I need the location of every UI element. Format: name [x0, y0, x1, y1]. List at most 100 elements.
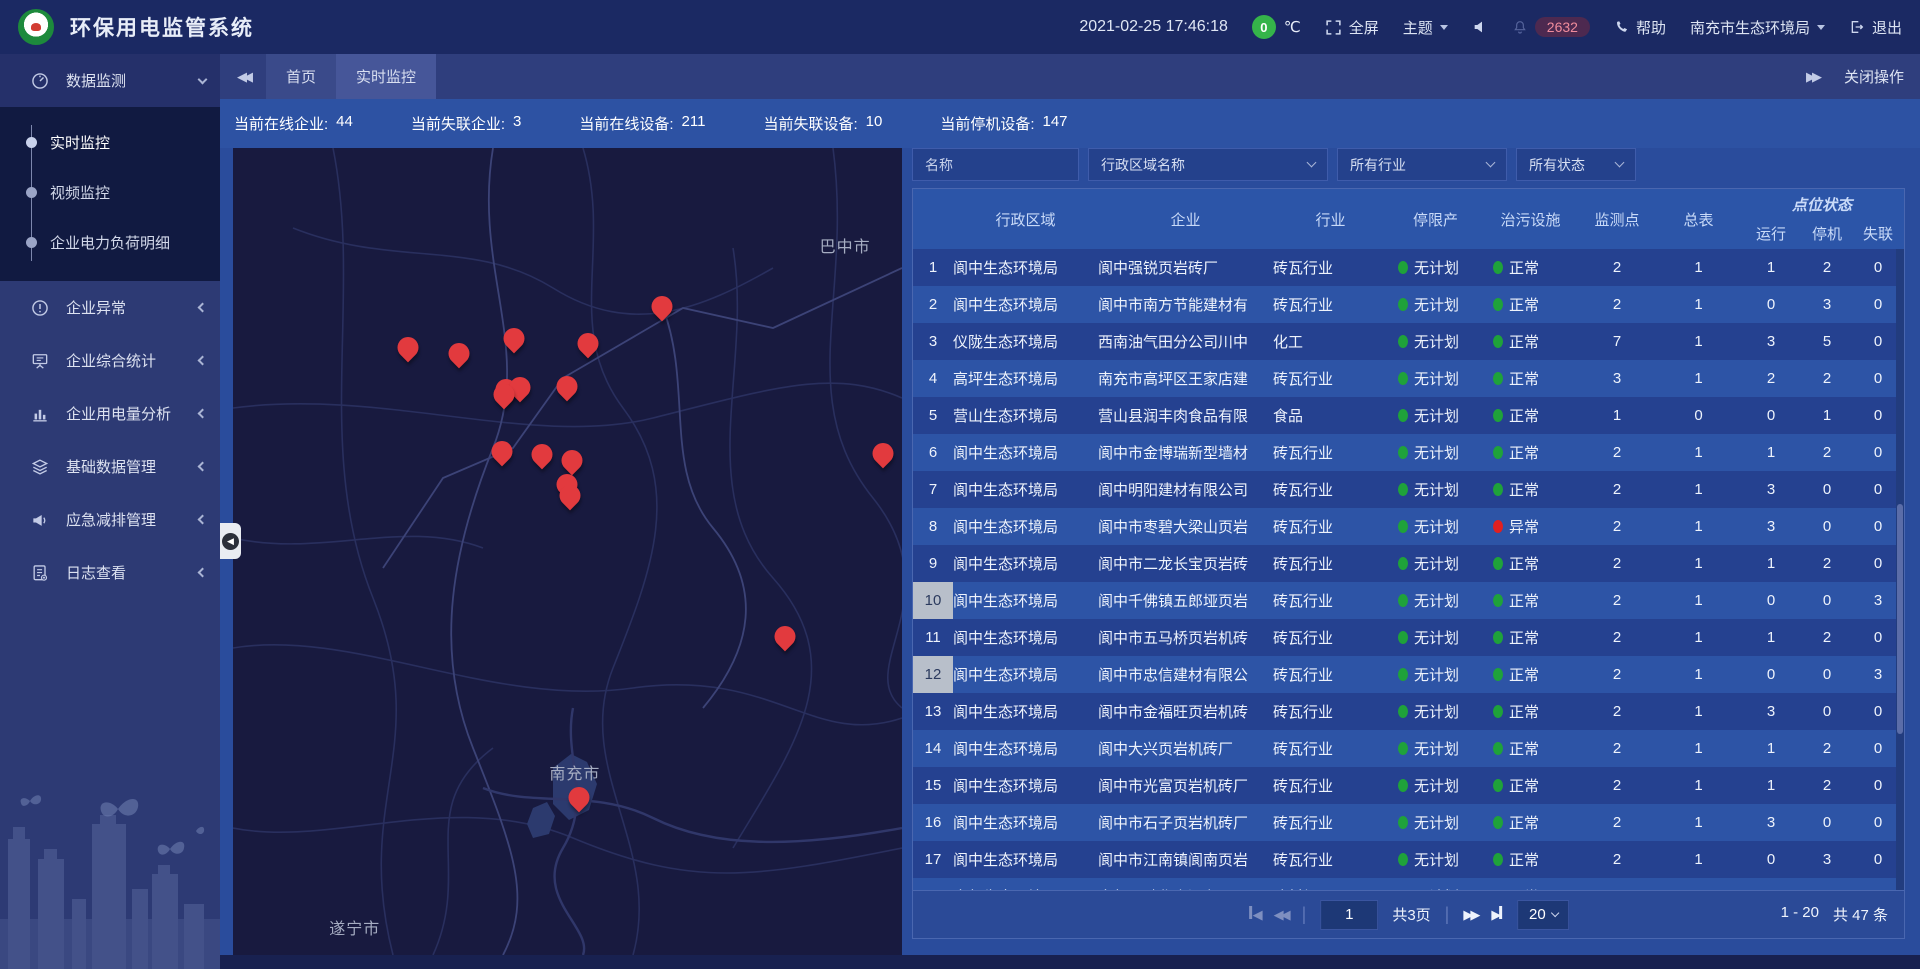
table-row[interactable]: 8 阆中生态环境局 阆中市枣碧大梁山页岩 砖瓦行业 无计划 — [913, 508, 1904, 545]
table-row[interactable]: 13 阆中生态环境局 阆中市金福旺页岩机砖 砖瓦行业 无计划 — [913, 693, 1904, 730]
next-page-button[interactable]: ▶▶ — [1463, 907, 1477, 923]
row-meter-cell: 1 — [1656, 333, 1741, 350]
row-treatment-text: 正常 — [1509, 627, 1539, 648]
row-company-cell: 阆中市枣碧大梁山页岩 — [1098, 516, 1273, 537]
table-row[interactable]: 14 阆中生态环境局 阆中大兴页岩机砖厂 砖瓦行业 无计划 — [913, 730, 1904, 767]
row-stop-cell: 0 — [1801, 481, 1853, 498]
table-row[interactable]: 1 阆中生态环境局 阆中强锐页岩砖厂 砖瓦行业 无计划 — [913, 249, 1904, 286]
row-run-cell: 0 — [1741, 407, 1801, 424]
row-limit-cell: 无计划 — [1388, 331, 1483, 352]
status-dot-green — [1398, 594, 1408, 607]
table-row[interactable]: 12 阆中生态环境局 阆中市忠信建材有限公 砖瓦行业 无计划 — [913, 656, 1904, 693]
row-run-cell: 1 — [1741, 444, 1801, 461]
table-row[interactable]: 3 仪陇生态环境局 西南油气田分公司川中 化工 无计划 — [913, 323, 1904, 360]
status-dot — [1493, 705, 1503, 718]
notifications-button[interactable]: 2632 — [1512, 17, 1590, 37]
table-row[interactable]: 17 阆中生态环境局 阆中市江南镇阆南页岩 砖瓦行业 无计划 — [913, 841, 1904, 878]
previous-page-button[interactable]: ◀◀ — [1274, 907, 1288, 923]
status-dot — [1493, 594, 1503, 607]
row-treatment-text: 正常 — [1509, 294, 1539, 315]
row-region-cell: 阆中生态环境局 — [953, 553, 1098, 574]
sidebar-group[interactable]: 企业用电量分析 — [0, 387, 220, 440]
row-index-cell: 10 — [913, 582, 953, 619]
row-stop-cell: 2 — [1801, 259, 1853, 276]
industry-select[interactable]: 所有行业 — [1337, 148, 1507, 181]
table-row[interactable]: 6 阆中生态环境局 阆中市金博瑞新型墙材 砖瓦行业 无计划 — [913, 434, 1904, 471]
range-label: 1 - 20 — [1781, 904, 1819, 925]
table-row[interactable]: 18 南部生态环境局 南部县驰华山河有限公 建材加工 无计划 — [913, 878, 1904, 890]
sidebar-group[interactable]: 应急减排管理 — [0, 493, 220, 546]
tabs-scroll-left-button[interactable]: ◀◀ — [220, 54, 266, 99]
row-points-cell: 2 — [1578, 481, 1656, 498]
sound-toggle-button[interactable] — [1472, 19, 1488, 35]
row-points-cell: 2 — [1578, 777, 1656, 794]
sidebar-group[interactable]: 基础数据管理 — [0, 440, 220, 493]
row-region-cell: 阆中生态环境局 — [953, 849, 1098, 870]
stat-item: 当前在线设备: 211 — [579, 113, 705, 134]
sidebar-collapse-handle[interactable]: ◀ — [220, 523, 241, 559]
table-row[interactable]: 11 阆中生态环境局 阆中市五马桥页岩机砖 砖瓦行业 无计划 — [913, 619, 1904, 656]
row-points-cell: 2 — [1578, 296, 1656, 313]
scrollbar-thumb[interactable] — [1897, 504, 1903, 734]
table-row[interactable]: 7 阆中生态环境局 阆中明阳建材有限公司 砖瓦行业 无计划 — [913, 471, 1904, 508]
page-number-input[interactable] — [1320, 900, 1378, 930]
page-size-select[interactable]: 20 — [1517, 900, 1569, 930]
stat-value: 44 — [336, 113, 353, 134]
row-industry-cell: 砖瓦行业 — [1273, 590, 1388, 611]
table-row[interactable]: 16 阆中生态环境局 阆中市石子页岩机砖厂 砖瓦行业 无计划 — [913, 804, 1904, 841]
row-company-cell: 阆中市南方节能建材有 — [1098, 294, 1273, 315]
row-meter-cell: 1 — [1656, 481, 1741, 498]
fullscreen-button[interactable]: 全屏 — [1325, 17, 1379, 38]
sidebar-submenu-item[interactable]: 企业电力负荷明细 — [0, 217, 220, 267]
status-dot-green — [1398, 631, 1408, 644]
row-industry-cell: 砖瓦行业 — [1273, 257, 1388, 278]
user-menu-button[interactable]: 南充市生态环境局 — [1690, 17, 1825, 38]
map-city-label: 巴中市 — [820, 233, 871, 257]
row-industry-cell: 化工 — [1273, 331, 1388, 352]
row-region-cell: 阆中生态环境局 — [953, 812, 1098, 833]
sidebar-group[interactable]: 企业异常 — [0, 281, 220, 334]
row-treatment-cell: 正常 — [1483, 442, 1578, 463]
table-row[interactable]: 2 阆中生态环境局 阆中市南方节能建材有 砖瓦行业 无计划 — [913, 286, 1904, 323]
table-row[interactable]: 9 阆中生态环境局 阆中市二龙长宝页岩砖 砖瓦行业 无计划 — [913, 545, 1904, 582]
status-select[interactable]: 所有状态 — [1516, 148, 1636, 181]
row-run-cell: 1 — [1741, 777, 1801, 794]
table-row[interactable]: 4 高坪生态环境局 南充市高坪区王家店建 砖瓦行业 无计划 — [913, 360, 1904, 397]
row-treatment-cell: 正常 — [1483, 775, 1578, 796]
first-page-button[interactable]: ◀ — [1248, 906, 1260, 923]
row-limit-cell: 无计划 — [1388, 553, 1483, 574]
close-operations-button[interactable]: 关闭操作 — [1844, 66, 1904, 87]
region-select[interactable]: 行政区域名称 — [1088, 148, 1328, 181]
sidebar-submenu-item[interactable]: 实时监控 — [0, 117, 220, 167]
sidebar-groups: 企业异常 企业综合统计 企业用电量分析 基础数据管理 — [0, 281, 220, 599]
status-dot — [1493, 520, 1503, 533]
stat-label: 当前在线企业: — [234, 113, 328, 134]
page-tab[interactable]: 实时监控 ✕ — [336, 54, 436, 99]
last-page-button[interactable]: ▶ — [1491, 906, 1503, 923]
logout-button[interactable]: 退出 — [1849, 17, 1902, 38]
status-dot — [1493, 668, 1503, 681]
row-stop-cell: 3 — [1801, 851, 1853, 868]
table-scrollbar[interactable] — [1896, 249, 1904, 890]
row-limit-text: 无计划 — [1414, 331, 1459, 352]
table-row[interactable]: 10 阆中生态环境局 阆中千佛镇五郎垭页岩 砖瓦行业 无计划 — [913, 582, 1904, 619]
row-index-cell: 13 — [913, 693, 953, 730]
row-treatment-cell: 正常 — [1483, 664, 1578, 685]
theme-menu-button[interactable]: 主题 — [1403, 17, 1448, 38]
status-dot-green — [1398, 298, 1408, 311]
sidebar-group[interactable]: 日志查看 — [0, 546, 220, 599]
row-limit-cell: 无计划 — [1388, 368, 1483, 389]
column-header-points: 监测点 — [1578, 189, 1656, 249]
sidebar-group-data-monitoring[interactable]: 数据监测 — [0, 54, 220, 107]
row-region-cell: 阆中生态环境局 — [953, 775, 1098, 796]
name-search-input[interactable] — [912, 148, 1079, 181]
table-row[interactable]: 5 营山生态环境局 营山县润丰肉食品有限 食品 无计划 — [913, 397, 1904, 434]
row-run-cell: 1 — [1741, 740, 1801, 757]
table-row[interactable]: 15 阆中生态环境局 阆中市光富页岩机砖厂 砖瓦行业 无计划 — [913, 767, 1904, 804]
map-panel[interactable]: 巴中市南充市遂宁市 — [233, 148, 902, 955]
help-button[interactable]: 帮助 — [1614, 17, 1666, 38]
tabs-scroll-right-button[interactable]: ▶▶ — [1806, 69, 1818, 85]
sidebar-submenu-item[interactable]: 视频监控 — [0, 167, 220, 217]
page-tab[interactable]: 首页 ✕ — [266, 54, 336, 99]
sidebar-group[interactable]: 企业综合统计 — [0, 334, 220, 387]
